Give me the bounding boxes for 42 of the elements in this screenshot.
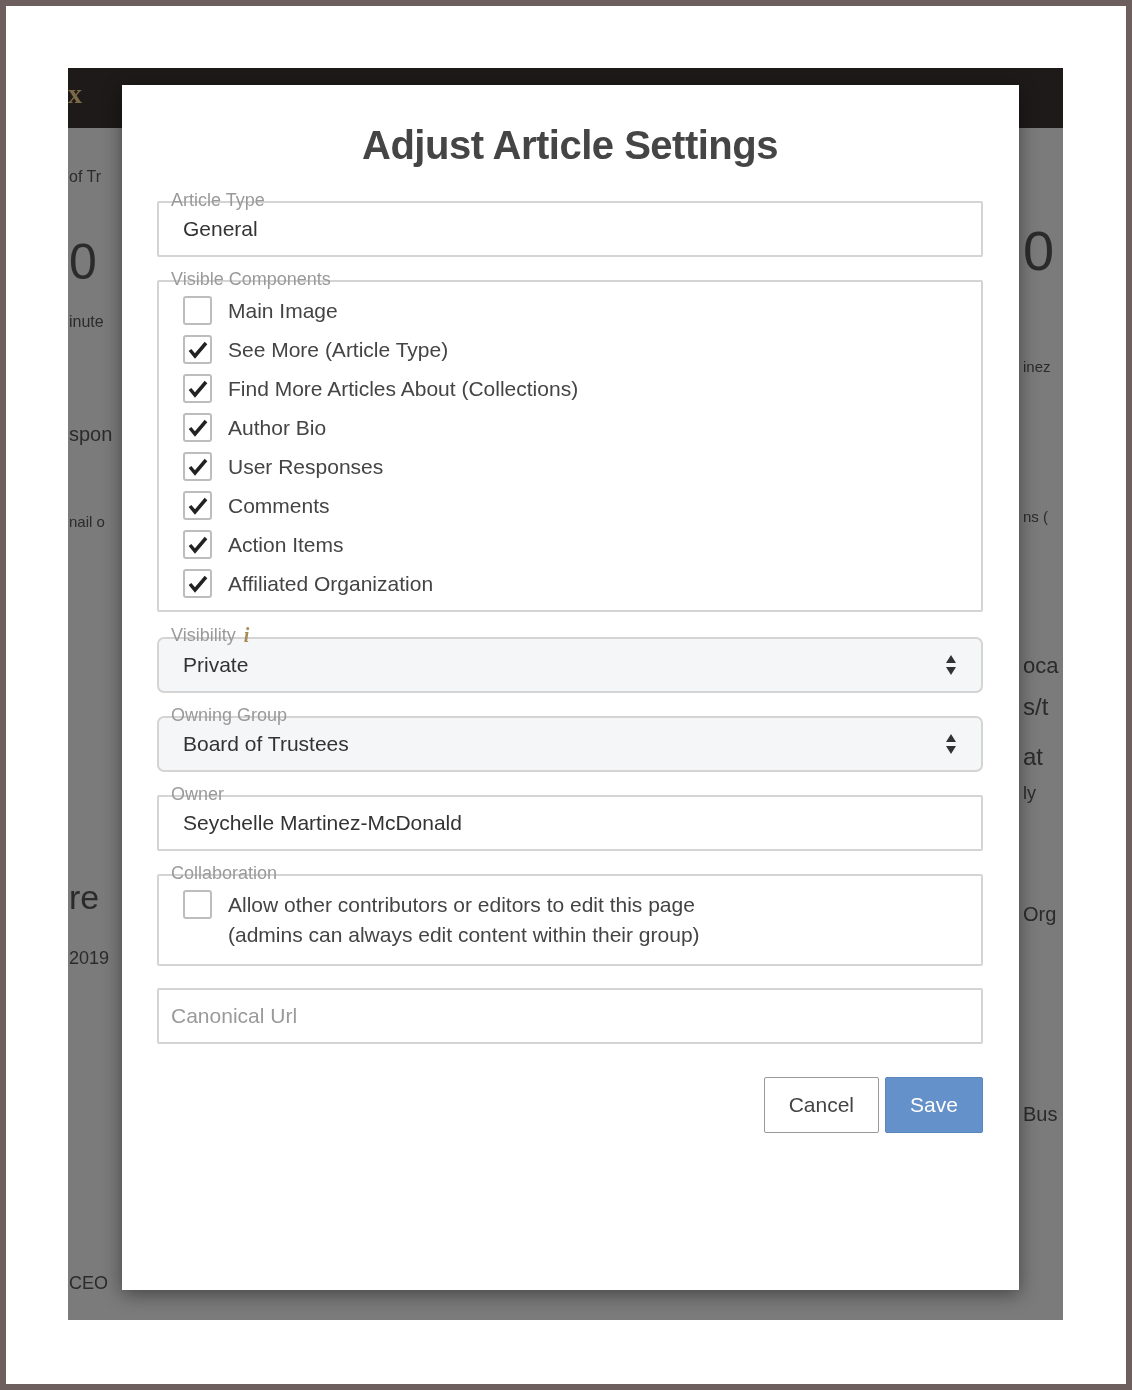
- sort-arrows-icon: [945, 733, 957, 755]
- cancel-button[interactable]: Cancel: [763, 1077, 879, 1133]
- checkbox-label[interactable]: Action Items: [228, 532, 344, 557]
- checkbox[interactable]: [183, 413, 212, 442]
- page-text: nail o: [69, 513, 105, 530]
- checkbox-label[interactable]: Author Bio: [228, 415, 327, 440]
- page-text: re: [69, 878, 100, 917]
- page-text: Org: [1023, 903, 1057, 926]
- page-text: Bus: [1023, 1103, 1058, 1126]
- dialog-title: Adjust Article Settings: [361, 123, 779, 168]
- checkbox-label[interactable]: Main Image: [228, 298, 338, 323]
- checkbox[interactable]: [183, 374, 212, 403]
- page-text: CEO: [69, 1273, 108, 1294]
- checkbox[interactable]: [183, 890, 212, 919]
- checkbox[interactable]: [183, 452, 212, 481]
- sort-arrows-icon: [945, 654, 957, 676]
- checkbox[interactable]: [183, 296, 212, 325]
- page-text: s/t: [1023, 693, 1049, 721]
- field-label: Visible Components: [171, 269, 331, 290]
- page-text: inez: [1023, 358, 1051, 375]
- checkbox[interactable]: [183, 530, 212, 559]
- page-text: 2019: [69, 948, 110, 969]
- page-text: ly: [1023, 783, 1036, 804]
- page-text: ns (: [1023, 508, 1048, 525]
- page-text: oca: [1023, 653, 1059, 679]
- canonical-url-field[interactable]: Canonical Url: [157, 988, 983, 1044]
- checkbox-label[interactable]: See More (Article Type): [228, 337, 449, 362]
- checkbox-label[interactable]: Find More Articles About (Collections): [228, 376, 579, 401]
- checkbox[interactable]: [183, 569, 212, 598]
- page-text: at: [1023, 743, 1043, 771]
- page-text: spon: [69, 423, 113, 446]
- page-text: 0: [1023, 218, 1055, 283]
- field-label: Collaboration: [171, 863, 278, 884]
- checkbox[interactable]: [183, 491, 212, 520]
- checkbox[interactable]: [183, 335, 212, 364]
- page-text: of Tr: [69, 168, 101, 186]
- checkbox-label[interactable]: Comments: [228, 493, 330, 518]
- checkbox-label[interactable]: Affiliated Organization: [228, 571, 434, 596]
- page-text: inute: [69, 313, 104, 331]
- page-text: 0: [69, 233, 97, 291]
- checkbox-label[interactable]: User Responses: [228, 454, 384, 479]
- checkbox-label[interactable]: Allow other contributors or editors to edit this page (admins can always edit content within their group): [228, 890, 700, 950]
